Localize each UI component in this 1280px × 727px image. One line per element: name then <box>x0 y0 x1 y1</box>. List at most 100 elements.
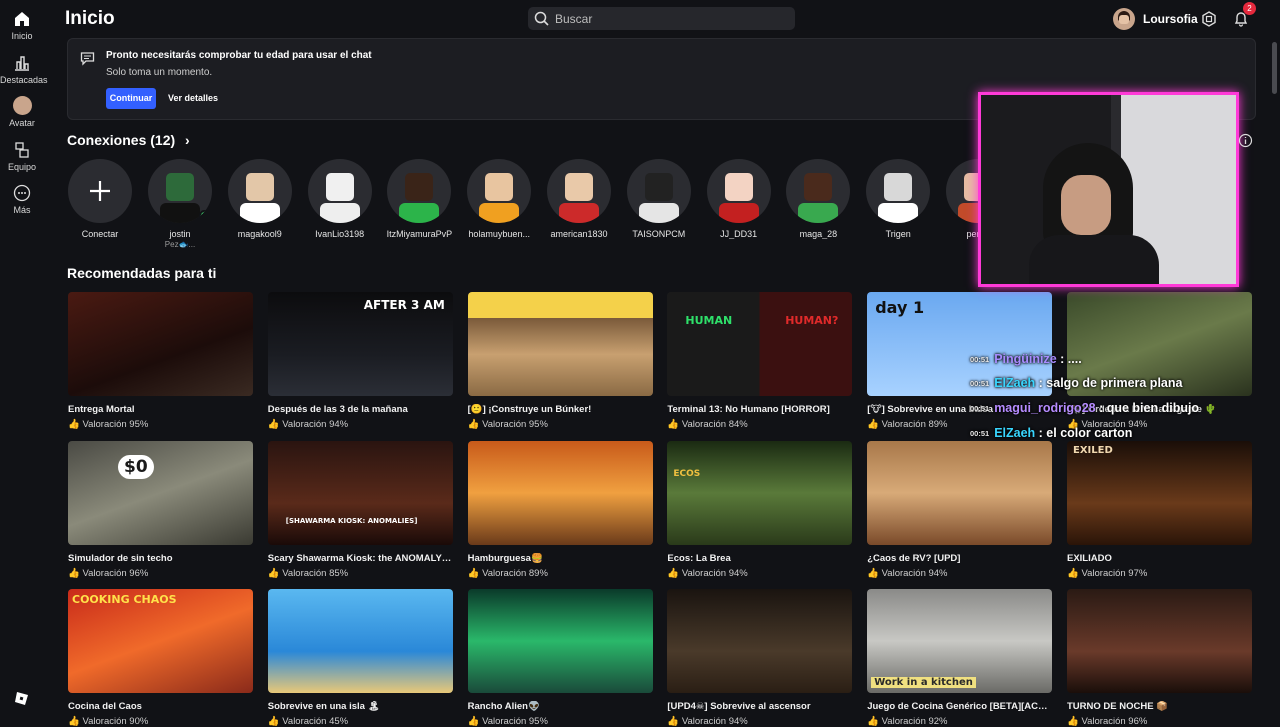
game-card[interactable]: COOKING CHAOS Cocina del Caos 👍 Valoración… <box>68 589 253 727</box>
connect-label: Conectar <box>81 229 119 239</box>
game-rating: 👍 Valoración 95% <box>468 716 653 727</box>
game-rating: 👍 Valoración 92% <box>867 716 1052 727</box>
chat-message: 00:51 Pingüinize : .... <box>970 352 1082 366</box>
game-card[interactable]: AFTER 3 AM Después de las 3 de la mañana 👍… <box>267 292 453 430</box>
search-icon <box>534 11 549 26</box>
chat-username: magui_rodrigo28 <box>994 401 1096 415</box>
game-title: EXILIADO <box>1067 552 1112 564</box>
connections-title[interactable]: Conexiones (12) › <box>67 132 190 148</box>
connection-item[interactable]: JJ_DD31 <box>706 159 772 239</box>
rating-text: Valoración 96% <box>1081 716 1148 727</box>
game-card[interactable]: Hamburguesa🍔 👍 Valoración 89% <box>467 440 653 579</box>
info-icon[interactable] <box>1238 133 1253 148</box>
connect-button[interactable]: Conectar <box>67 159 133 239</box>
chat-text: : salgo de primera plana <box>1035 376 1183 390</box>
friend-avatar <box>786 159 851 223</box>
notice-title: Pronto necesitarás comprobar tu edad par… <box>106 50 372 61</box>
details-button[interactable]: Ver detalles <box>168 88 218 109</box>
game-rating: 👍 Valoración 94% <box>268 419 453 430</box>
game-thumbnail <box>467 440 653 545</box>
chat-text: : que bien dibujo <box>1095 401 1200 415</box>
rating-text: Valoración 96% <box>82 567 149 579</box>
connection-item[interactable]: magakool9 <box>227 159 293 239</box>
game-rating: 👍 Valoración 96% <box>1067 716 1252 727</box>
chat-message: 00:51 ElZaeh : salgo de primera plana <box>970 376 1182 390</box>
game-title: Después de las 3 de la mañana <box>267 404 408 415</box>
rating-text: Valoración 84% <box>681 419 748 430</box>
connection-item[interactable]: Trigen <box>865 159 931 239</box>
rating-text: Valoración 45% <box>282 716 349 727</box>
roblox-logo-icon[interactable] <box>14 691 29 706</box>
rating-text: Valoración 95% <box>82 419 149 430</box>
thumbnail-text: COOKING CHAOS <box>72 593 177 606</box>
game-thumbnail: $0 <box>68 440 253 545</box>
game-card[interactable]: [UPD4☠] Sobrevive al ascensor 👍 Valoració… <box>667 589 853 727</box>
thumbs-up-icon: 👍 <box>667 716 680 727</box>
webcam-overlay <box>978 92 1239 287</box>
game-card[interactable]: HUMAN HUMAN? Terminal 13: No Humano [HORRO… <box>667 292 853 430</box>
sidebar-item-avatar[interactable]: Avatar <box>0 96 44 128</box>
thumbnail-text: $0 <box>118 454 154 479</box>
friend-avatar <box>307 159 372 223</box>
game-thumbnail <box>68 292 253 396</box>
thumbs-up-icon: 👍 <box>267 419 280 430</box>
game-card[interactable]: EXILED EXILIADO 👍 Valoración 97% <box>1067 440 1252 579</box>
connection-item[interactable]: american1830 <box>546 159 612 239</box>
connection-item[interactable]: holamuybuen... <box>466 159 532 239</box>
continue-button[interactable]: Continuar <box>106 88 156 109</box>
search-input[interactable]: Buscar <box>528 7 795 30</box>
thumbs-up-icon: 👍 <box>267 716 280 727</box>
chat-timestamp: 00:51 <box>970 379 990 389</box>
chevron-right-icon: › <box>185 132 190 148</box>
thumbs-up-icon: 👍 <box>68 567 80 579</box>
rating-text: Valoración 94% <box>681 567 748 579</box>
page-title: Inicio <box>65 8 115 29</box>
search-placeholder: Buscar <box>555 12 593 26</box>
connection-item[interactable]: maga_28 <box>785 159 851 239</box>
game-card[interactable]: TURNO DE NOCHE 📦 👍 Valoración 96% <box>1067 589 1252 727</box>
game-title: [🙂] ¡Construye un Búnker! <box>467 404 592 415</box>
connection-item[interactable]: TAISONPCM <box>626 159 692 239</box>
game-card[interactable]: Entrega Mortal 👍 Valoración 95% <box>68 292 253 430</box>
sidebar-item-home[interactable]: Inicio <box>0 10 44 41</box>
thumbs-up-icon: 👍 <box>467 419 480 430</box>
game-card[interactable]: Work in a kitchen Juego de Cocina Genéric… <box>867 589 1053 727</box>
game-card[interactable]: Rancho Alien👽 👍 Valoración 95% <box>467 589 653 727</box>
friend-avatar <box>626 159 691 223</box>
game-title: [UPD4☠] Sobrevive al ascensor <box>667 701 811 712</box>
game-card[interactable]: ¿Caos de RV? [UPD] 👍 Valoración 94% <box>867 440 1053 579</box>
rating-text: Valoración 90% <box>82 716 149 727</box>
connection-item[interactable]: ItzMiyamuraPvP <box>386 159 452 239</box>
connection-item[interactable]: IvanLio3198 <box>307 159 373 239</box>
thumbs-up-icon: 👍 <box>68 419 80 430</box>
thumbs-up-icon: 👍 <box>667 567 680 579</box>
rating-text: Valoración 85% <box>282 567 349 579</box>
chat-timestamp: 00:51 <box>970 429 990 439</box>
sidebar-item-inventory[interactable]: Equipo <box>0 141 44 172</box>
connections-title-text: Conexiones (12) <box>67 132 176 148</box>
top-bar: Inicio Buscar Loursofia <box>44 0 1280 38</box>
game-title: TURNO DE NOCHE 📦 <box>1067 701 1169 712</box>
thumbnail-text: ECOS <box>673 468 701 479</box>
scrollbar[interactable] <box>1272 42 1277 94</box>
game-card[interactable]: [🙂] ¡Construye un Búnker! 👍 Valoración 95… <box>467 292 653 430</box>
sidebar-item-label: Avatar <box>9 118 35 128</box>
game-thumbnail <box>267 589 453 693</box>
friend-avatar <box>547 159 611 223</box>
game-rating: 👍 Valoración 89% <box>468 568 653 579</box>
game-card[interactable]: Sobrevive en una isla 🏝 👍 Valoración 45% <box>267 589 453 727</box>
robux-icon[interactable] <box>1201 11 1217 27</box>
game-card[interactable]: ECOS Ecos: La Brea 👍 Valoración 94% <box>667 440 853 579</box>
sidebar: Inicio Destacadas Avatar Equipo Más <box>0 0 48 720</box>
game-card[interactable]: $0 Simulador de sin techo 👍 Valoración 96% <box>68 440 253 579</box>
sidebar-item-label: Equipo <box>7 162 37 172</box>
rating-text: Valoración 89% <box>482 567 548 579</box>
sidebar-item-more[interactable]: Más <box>0 184 44 215</box>
game-card[interactable]: [SHAWARMA KIOSK: ANOMALIES] Scary Shawarm… <box>267 440 453 579</box>
rating-text: Valoración 94% <box>282 419 349 430</box>
sidebar-item-featured[interactable]: Destacadas <box>0 54 48 85</box>
connection-item[interactable]: jostin Pez🐟... <box>147 159 213 249</box>
game-thumbnail: AFTER 3 AM <box>267 292 453 396</box>
thumbs-up-icon: 👍 <box>667 419 680 430</box>
game-title: Juego de Cocina Genérico [BETA][ACT2... <box>867 701 1053 712</box>
